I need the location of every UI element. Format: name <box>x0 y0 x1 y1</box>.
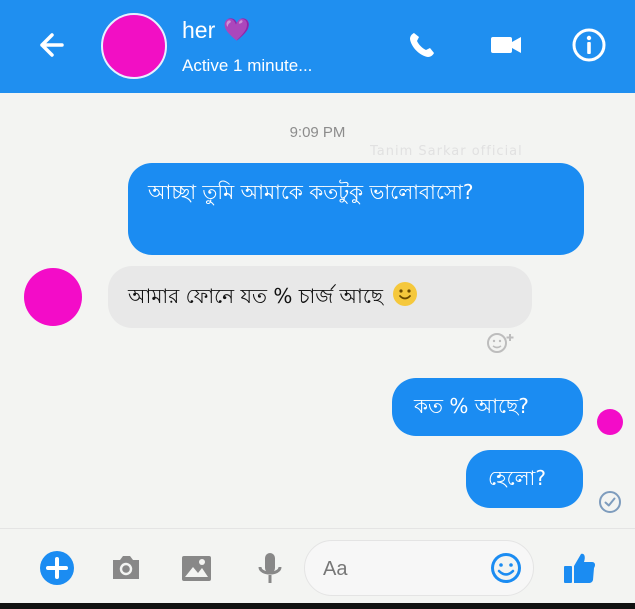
add-reaction-icon[interactable] <box>486 330 516 354</box>
image-gallery-icon[interactable] <box>176 548 216 588</box>
active-status: Active 1 minute... <box>182 56 313 75</box>
video-camera-icon[interactable] <box>488 27 524 63</box>
composer-divider <box>0 528 635 529</box>
delivered-check-icon <box>599 491 621 513</box>
thumbs-up-icon[interactable] <box>559 548 599 588</box>
add-plus-icon[interactable] <box>37 548 77 588</box>
sent-message[interactable]: আচ্ছা তুমি আমাকে কতটুকু ভালোবাসো? <box>128 163 584 255</box>
phone-icon[interactable] <box>404 27 440 63</box>
received-message[interactable]: আমার ফোনে যত % চার্জ আছে <box>108 266 532 328</box>
watermark-text: Tanim Sarkar official <box>370 144 523 158</box>
sent-message[interactable]: কত % আছে? <box>392 378 583 436</box>
contact-name-row[interactable]: her 💜 <box>182 17 251 44</box>
back-arrow-icon[interactable] <box>34 28 68 62</box>
microphone-icon[interactable] <box>250 548 290 588</box>
received-message-text: আমার ফোনে যত % চার্জ আছে <box>128 284 384 308</box>
read-receipt-avatar <box>597 409 623 435</box>
screen-bottom-edge <box>0 603 635 609</box>
contact-avatar[interactable] <box>101 13 167 79</box>
message-input[interactable] <box>323 555 463 583</box>
info-icon[interactable] <box>571 27 607 63</box>
contact-name: her <box>182 17 216 43</box>
smiley-emoji-icon <box>393 282 418 306</box>
chat-header: her 💜 Active 1 minute... <box>0 0 635 93</box>
emoji-icon[interactable] <box>486 548 526 588</box>
message-timestamp: 9:09 PM <box>289 124 346 141</box>
heart-icon: 💜 <box>223 17 251 43</box>
sender-avatar[interactable] <box>24 268 82 326</box>
sent-message[interactable]: হেলো? <box>466 450 583 508</box>
camera-icon[interactable] <box>106 548 146 588</box>
